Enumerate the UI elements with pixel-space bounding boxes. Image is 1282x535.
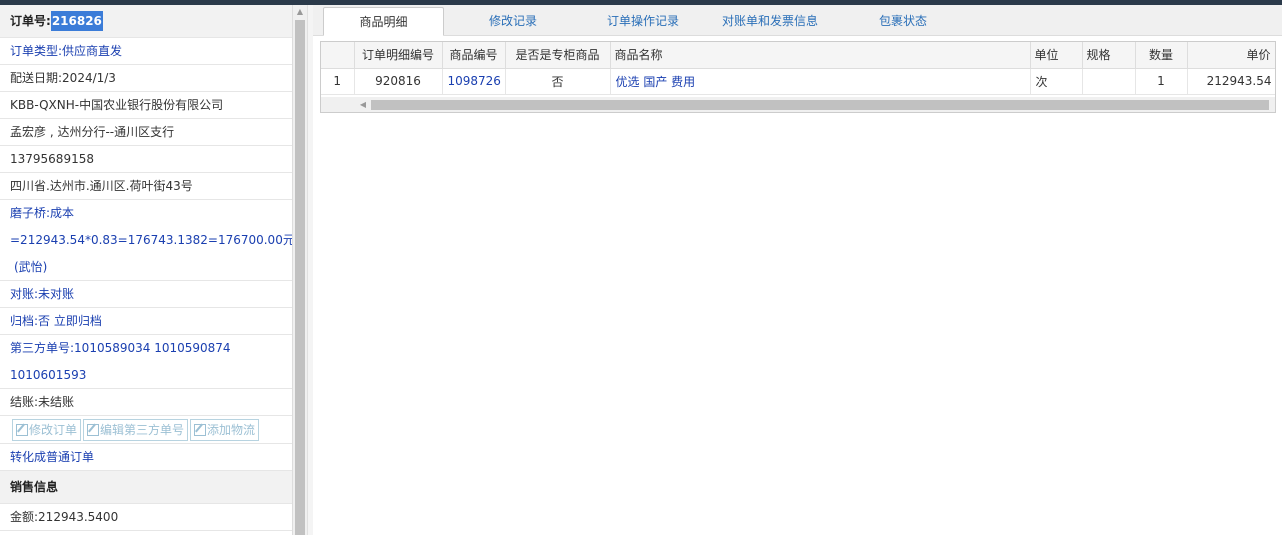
settle-row: 结账:未结账: [0, 389, 292, 416]
edit-icon: [87, 424, 100, 436]
order-number-label: 订单号:: [10, 14, 51, 28]
cost-person-text: (武怡): [14, 260, 48, 274]
product-id-link[interactable]: 1098726: [442, 68, 506, 95]
sales-amount: 金额:212943.5400: [0, 504, 292, 531]
grid-horizontal-scrollbar[interactable]: ◀: [321, 97, 1275, 112]
order-type-value: 供应商直发: [62, 44, 123, 58]
column-header[interactable]: 商品编号: [442, 42, 506, 69]
edit-order-label: 修改订单: [29, 423, 78, 437]
settle-label: 结账:: [10, 395, 39, 409]
row-number: 1: [321, 68, 355, 95]
archive-now-link[interactable]: 否 立即归档: [38, 314, 102, 328]
edit-third-party-button[interactable]: 编辑第三方单号: [83, 419, 189, 441]
order-type-row: 订单类型:供应商直发: [0, 38, 292, 65]
unit-cell: 次: [1030, 68, 1083, 95]
column-header[interactable]: 订单明细编号: [354, 42, 443, 69]
third-party-row: 第三方单号:1010589034 1010590874: [0, 335, 292, 362]
tab-invoice-info[interactable]: 对账单和发票信息: [705, 7, 835, 36]
edit-third-party-label: 编辑第三方单号: [100, 423, 185, 437]
product-grid: 订单明细编号 商品编号 是否是专柜商品 商品名称 单位 规格 数量 单价 1 9…: [320, 41, 1276, 113]
table-header-row: 订单明细编号 商品编号 是否是专柜商品 商品名称 单位 规格 数量 单价: [321, 42, 1275, 69]
detail-id-cell: 920816: [354, 68, 443, 95]
tab-bar: 商品明细 修改记录 订单操作记录 对账单和发票信息 包裹状态: [313, 5, 1282, 36]
delivery-address: 四川省.达州市.通川区.荷叶街43号: [0, 173, 292, 200]
customer-company: KBB-QXNH-中国农业银行股份有限公司: [0, 92, 292, 119]
tab-operation-records[interactable]: 订单操作记录: [583, 7, 703, 36]
delivery-date: 配送日期:2024/1/3: [0, 65, 292, 92]
tab-package-status[interactable]: 包裹状态: [843, 7, 963, 36]
third-party-label: 第三方单号:: [10, 341, 75, 355]
contact-phone: 13795689158: [0, 146, 292, 173]
column-header[interactable]: 商品名称: [610, 42, 1031, 69]
column-header[interactable]: 数量: [1135, 42, 1188, 69]
third-party-value-cont: 1010601593: [0, 362, 292, 389]
scrollbar-thumb[interactable]: [371, 100, 1269, 110]
detail-panel: 商品明细 修改记录 订单操作记录 对账单和发票信息 包裹状态 订单明细编号 商品…: [313, 5, 1282, 535]
sales-info-header: 销售信息: [0, 471, 292, 504]
scrollbar-thumb[interactable]: [295, 20, 305, 535]
column-header[interactable]: 单位: [1030, 42, 1083, 69]
edit-order-button[interactable]: 修改订单: [12, 419, 82, 441]
order-number-row: 订单号:216826: [0, 5, 292, 38]
reconcile-row: 对账:未对账: [0, 281, 292, 308]
cost-formula: =212943.54*0.83=176743.1382=176700.00元: [10, 233, 292, 247]
product-table: 订单明细编号 商品编号 是否是专柜商品 商品名称 单位 规格 数量 单价 1 9…: [321, 42, 1275, 95]
action-buttons: 修改订单 编辑第三方单号 添加物流: [0, 416, 292, 444]
cost-row: 磨子桥:成本: [0, 200, 292, 227]
third-party-value: 1010589034 1010590874: [74, 341, 231, 355]
spec-cell: [1082, 68, 1136, 95]
scroll-up-icon[interactable]: ▲: [293, 5, 307, 19]
order-info-panel: 订单号:216826 订单类型:供应商直发 配送日期:2024/1/3 KBB-…: [0, 5, 293, 535]
archive-row: 归档:否 立即归档: [0, 308, 292, 335]
tab-modify-records[interactable]: 修改记录: [453, 7, 573, 36]
column-header: [321, 42, 355, 69]
product-name-link[interactable]: 优选 国产 费用: [610, 68, 1031, 95]
archive-label: 归档:: [10, 314, 39, 328]
counter-product-cell: 否: [505, 68, 611, 95]
table-row[interactable]: 1 920816 1098726 否 优选 国产 费用 次 1 212943.5…: [321, 68, 1275, 95]
edit-icon: [16, 424, 28, 436]
unit-price-cell: 212943.54: [1187, 68, 1275, 95]
cost-label: 磨子桥:: [10, 206, 51, 220]
add-logistics-label: 添加物流: [207, 423, 256, 437]
add-logistics-button[interactable]: 添加物流: [190, 419, 260, 441]
order-type-label: 订单类型:: [10, 44, 63, 58]
settle-value: 未结账: [38, 395, 75, 409]
quantity-cell: 1: [1135, 68, 1188, 95]
reconcile-label: 对账:: [10, 287, 39, 301]
column-header[interactable]: 规格: [1082, 42, 1136, 69]
contact-person: 孟宏彦 , 达州分行--通川区支行: [0, 119, 292, 146]
order-number-value[interactable]: 216826: [50, 11, 103, 31]
edit-icon: [194, 424, 207, 436]
convert-order-link[interactable]: 转化成普通订单: [0, 444, 292, 471]
left-panel-scrollbar[interactable]: ▲: [293, 5, 307, 535]
cost-value: 成本: [50, 206, 75, 220]
column-header[interactable]: 单价: [1187, 42, 1275, 69]
scroll-left-icon[interactable]: ◀: [356, 97, 370, 112]
tab-product-details[interactable]: 商品明细: [323, 7, 444, 36]
reconcile-value: 未对账: [38, 287, 75, 301]
cost-person: (武怡): [0, 254, 292, 281]
column-header[interactable]: 是否是专柜商品: [505, 42, 611, 69]
